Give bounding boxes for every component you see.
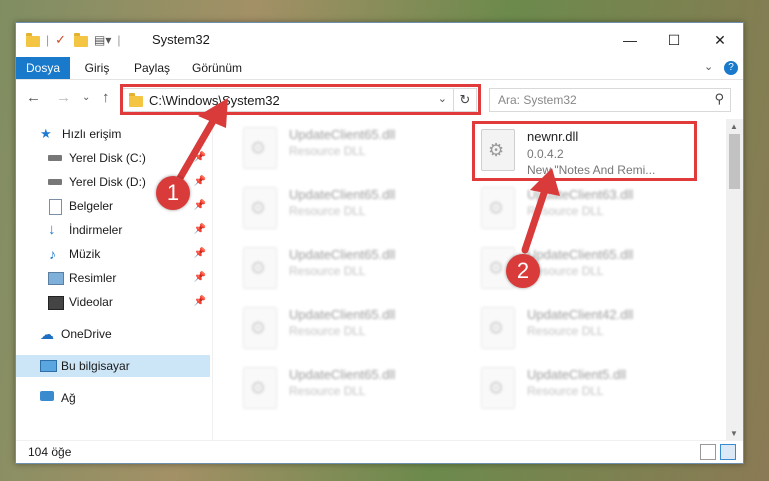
annotation-arrows: [176, 98, 560, 254]
step-2-badge: 2: [506, 254, 540, 288]
step-1-badge: 1: [156, 176, 190, 210]
arrow-1: [176, 98, 228, 182]
arrow-2: [521, 168, 560, 254]
